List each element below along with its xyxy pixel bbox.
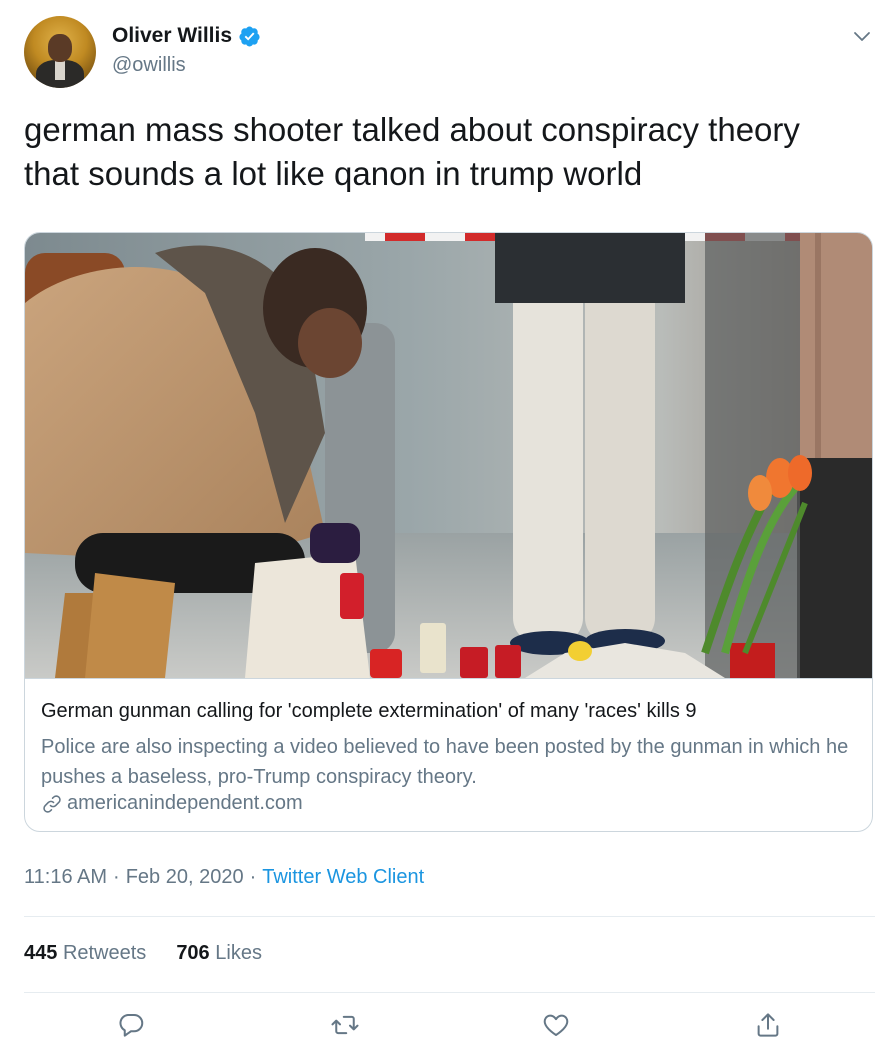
author-name[interactable]: Oliver Willis (112, 24, 232, 48)
retweet-button[interactable] (330, 1010, 360, 1040)
author-name-row[interactable]: Oliver Willis (112, 24, 261, 48)
card-description: Police are also inspecting a video belie… (41, 736, 849, 788)
tweet-text-line: that sounds a lot like qanon in trump wo… (24, 155, 643, 192)
tweet-date[interactable]: Feb 20, 2020 (126, 866, 244, 888)
retweets-count: 445 (24, 942, 58, 964)
reply-icon (119, 1014, 144, 1037)
tweet-actions (0, 1010, 895, 1050)
likes-count: 706 (176, 942, 210, 964)
card-title[interactable]: German gunman calling for 'complete exte… (41, 700, 697, 723)
retweet-icon (331, 1015, 359, 1035)
tweet-meta: 11:16 AM · Feb 20, 2020 · Twitter Web Client (24, 866, 424, 889)
tweet-stats: 445 Retweets 706 Likes (24, 942, 292, 965)
reply-button[interactable] (116, 1010, 146, 1040)
meta-separator: · (113, 866, 120, 888)
verified-badge-icon (239, 25, 260, 46)
tweet-client-link[interactable]: Twitter Web Client (262, 866, 424, 888)
link-icon (43, 794, 61, 813)
divider (24, 916, 875, 917)
author-handle[interactable]: @owillis (112, 54, 186, 77)
retweets-stat[interactable]: 445 Retweets (24, 942, 146, 965)
like-button[interactable] (541, 1010, 571, 1040)
meta-separator: · (249, 866, 257, 888)
likes-stat[interactable]: 706 Likes (176, 942, 262, 965)
card-body[interactable]: German gunman calling for 'complete exte… (25, 678, 872, 831)
tweet: Oliver Willis @owillis german mass shoot… (0, 0, 895, 1063)
heart-icon (543, 1014, 569, 1036)
link-card[interactable]: German gunman calling for 'complete exte… (24, 232, 873, 832)
avatar-face (48, 34, 72, 62)
tweet-text-line: german mass shooter talked about conspir… (24, 111, 800, 148)
tweet-text: german mass shooter talked about conspir… (24, 108, 864, 196)
avatar-shirt (55, 60, 65, 80)
divider (24, 992, 875, 993)
likes-label: Likes (215, 942, 262, 964)
card-domain-text[interactable]: americanindependent.com (67, 792, 303, 815)
share-button[interactable] (753, 1010, 783, 1040)
card-domain[interactable]: americanindependent.com (41, 792, 303, 815)
card-image (25, 233, 872, 678)
avatar[interactable] (24, 16, 96, 88)
tweet-time[interactable]: 11:16 AM (24, 866, 107, 888)
chevron-down-icon[interactable] (850, 24, 874, 48)
share-icon (757, 1013, 779, 1037)
retweets-label: Retweets (62, 942, 147, 964)
